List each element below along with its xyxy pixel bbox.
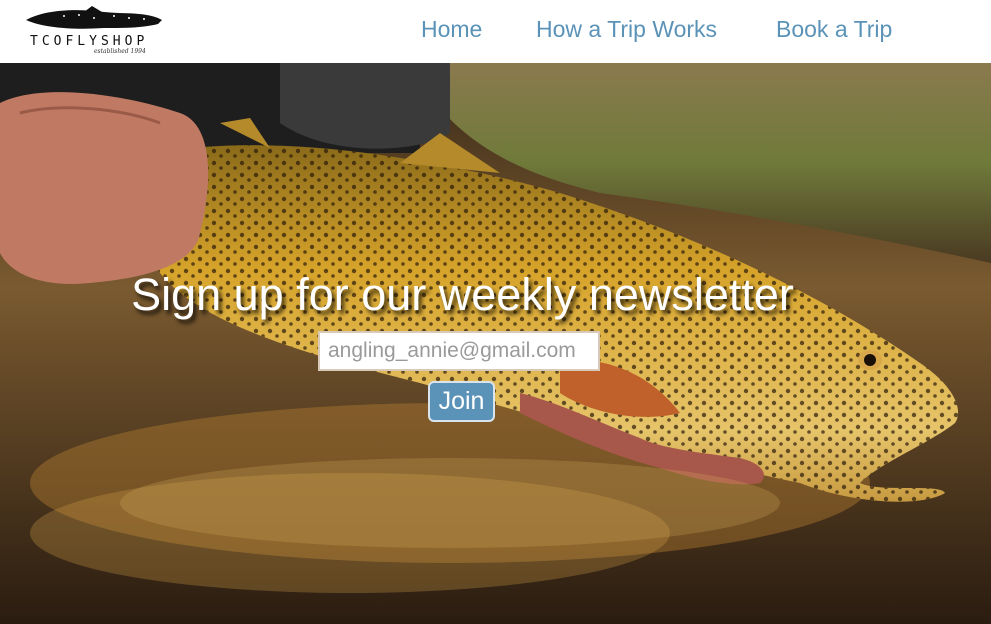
join-button[interactable]: Join [428,381,495,422]
top-navbar: TCOFLYSHOP established 1994 Home How a T… [0,0,991,63]
newsletter-headline: Sign up for our weekly newsletter [131,269,794,320]
email-input[interactable] [318,331,600,371]
nav-how-a-trip-works-link[interactable]: How a Trip Works [536,16,717,43]
nav-book-a-trip-link[interactable]: Book a Trip [776,16,892,43]
hero-section: Sign up for our weekly newsletter Join [0,63,991,624]
nav-home-link[interactable]: Home [421,16,482,43]
tco-flyshop-logo[interactable]: TCOFLYSHOP established 1994 [24,6,164,56]
logo-wordmark: TCOFLYSHOP [30,34,149,49]
logo-tagline: established 1994 [94,48,146,55]
trout-logo-icon [26,6,162,29]
